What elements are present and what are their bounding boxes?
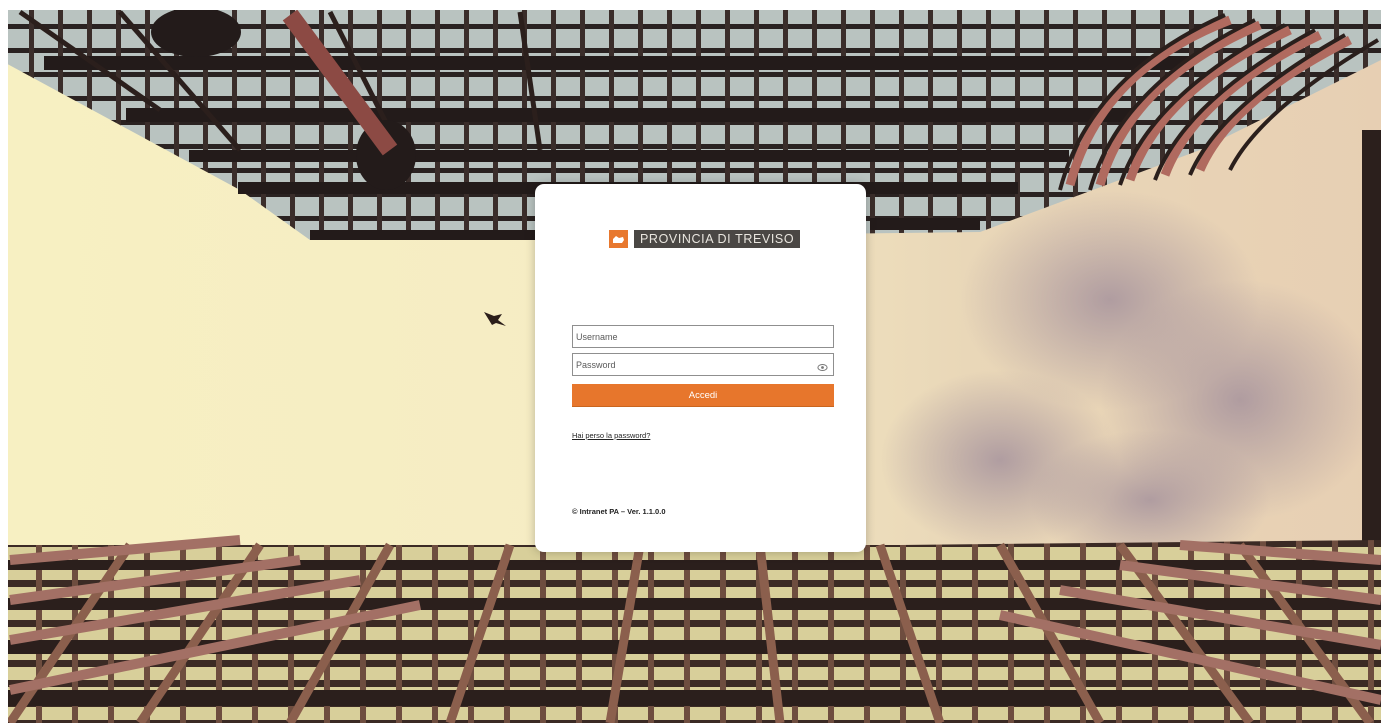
forgot-password-link[interactable]: Hai perso la password? [572, 431, 650, 440]
username-input[interactable] [576, 331, 801, 342]
login-button[interactable]: Accedi [572, 384, 834, 406]
login-card: PROVINCIA DI TREVISO Accedi Hai perso la… [535, 184, 866, 552]
eye-icon[interactable] [817, 360, 828, 371]
password-input[interactable] [576, 359, 801, 370]
version-label: © Intranet PA – Ver. 1.1.0.0 [572, 507, 666, 516]
password-field[interactable] [572, 353, 834, 376]
provincia-emblem-icon [609, 230, 628, 248]
brand-logo: PROVINCIA DI TREVISO [609, 230, 801, 248]
username-field[interactable] [572, 325, 834, 348]
brand-name: PROVINCIA DI TREVISO [634, 230, 801, 248]
